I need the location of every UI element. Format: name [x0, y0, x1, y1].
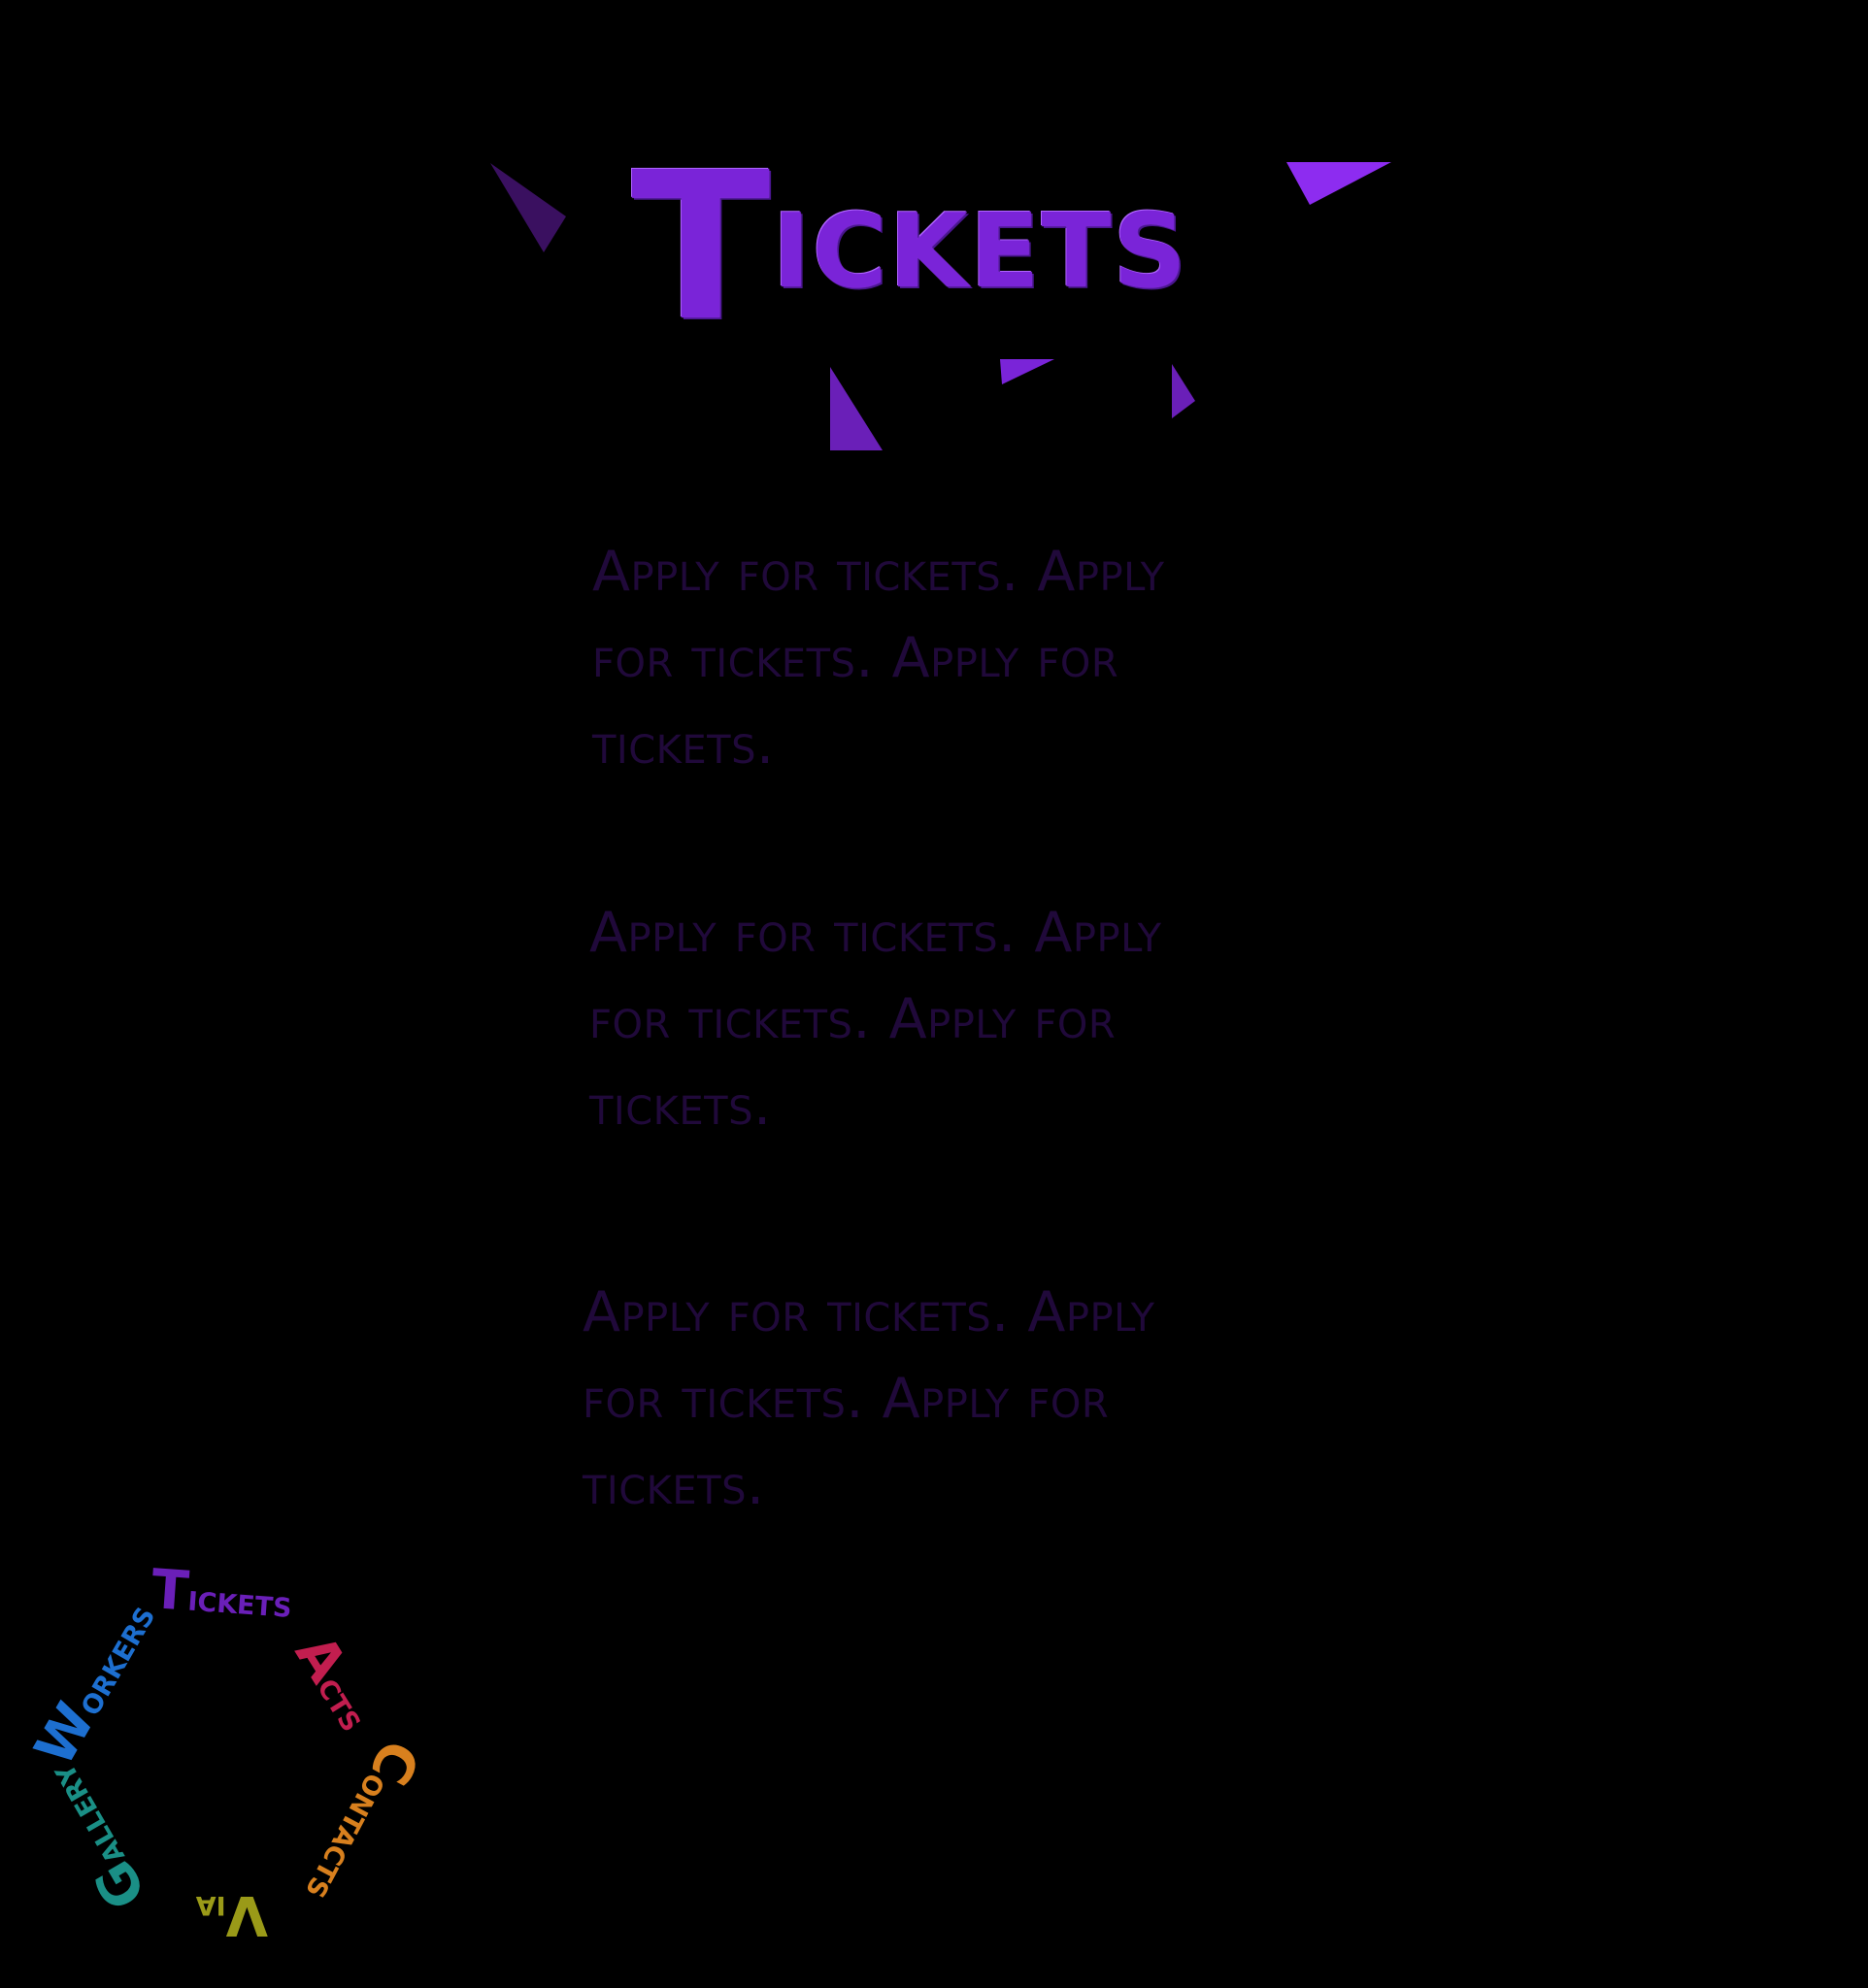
nav-link-via[interactable]: Via	[195, 1883, 268, 1946]
nav-workers-label: orkers	[66, 1597, 164, 1722]
content-paragraph: Apply for tickets. Apply for tickets. Ap…	[592, 540, 1165, 777]
nav-contacts-label: ontacts	[297, 1767, 399, 1908]
nav-gallery-label: allery	[41, 1757, 133, 1873]
nav-link-acts[interactable]: Acts	[283, 1624, 384, 1739]
shard-decoration-bottom-3	[1172, 364, 1195, 418]
shard-decoration-top-right	[1286, 162, 1391, 205]
page-title-first-letter: T	[631, 128, 773, 366]
nav-tickets-label: ickets	[186, 1575, 294, 1627]
nav-link-workers[interactable]: Workers	[23, 1592, 164, 1776]
nav-link-gallery[interactable]: Gallery	[32, 1757, 159, 1919]
content-paragraph: Apply for tickets. Apply for tickets. Ap…	[589, 901, 1162, 1138]
page-title: Tickets	[631, 146, 1252, 369]
nav-via-label: ia	[195, 1888, 226, 1931]
page-title-rest: ickets	[772, 152, 1188, 321]
shard-decoration-bottom-1	[830, 367, 883, 450]
page-header: Tickets	[0, 0, 1868, 466]
content-paragraph: Apply for tickets. Apply for tickets. Ap…	[583, 1280, 1155, 1517]
nav-link-contacts[interactable]: Contacts	[296, 1730, 431, 1913]
nav-via-first-letter: V	[225, 1883, 268, 1946]
shard-decoration-left	[490, 163, 566, 252]
hexagon-nav: Tickets Acts Contacts Via Gallery Worker…	[0, 1534, 456, 1971]
nav-link-tickets[interactable]: Tickets	[150, 1558, 294, 1627]
